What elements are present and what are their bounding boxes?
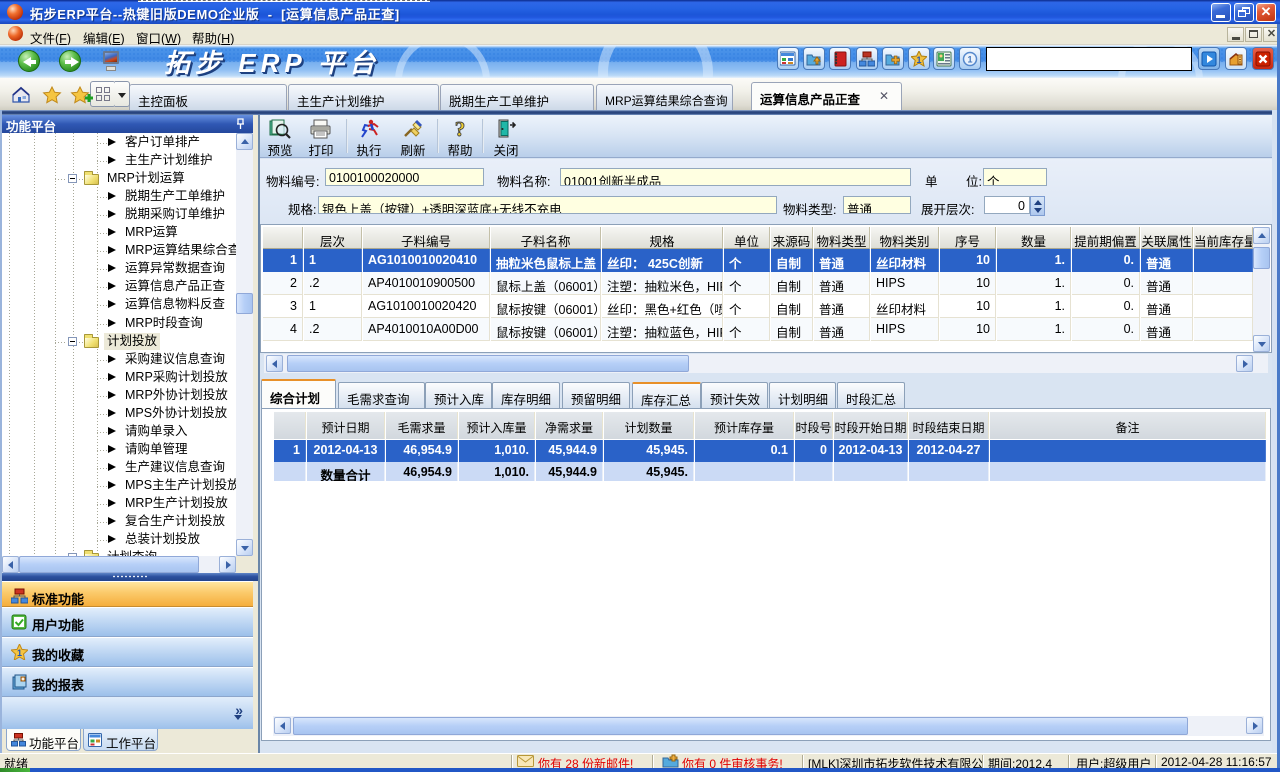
svg-text:1: 1 [916, 55, 921, 65]
svg-text:1: 1 [967, 55, 972, 65]
svg-text:1: 1 [17, 648, 22, 658]
svg-text:?: ? [455, 119, 466, 139]
